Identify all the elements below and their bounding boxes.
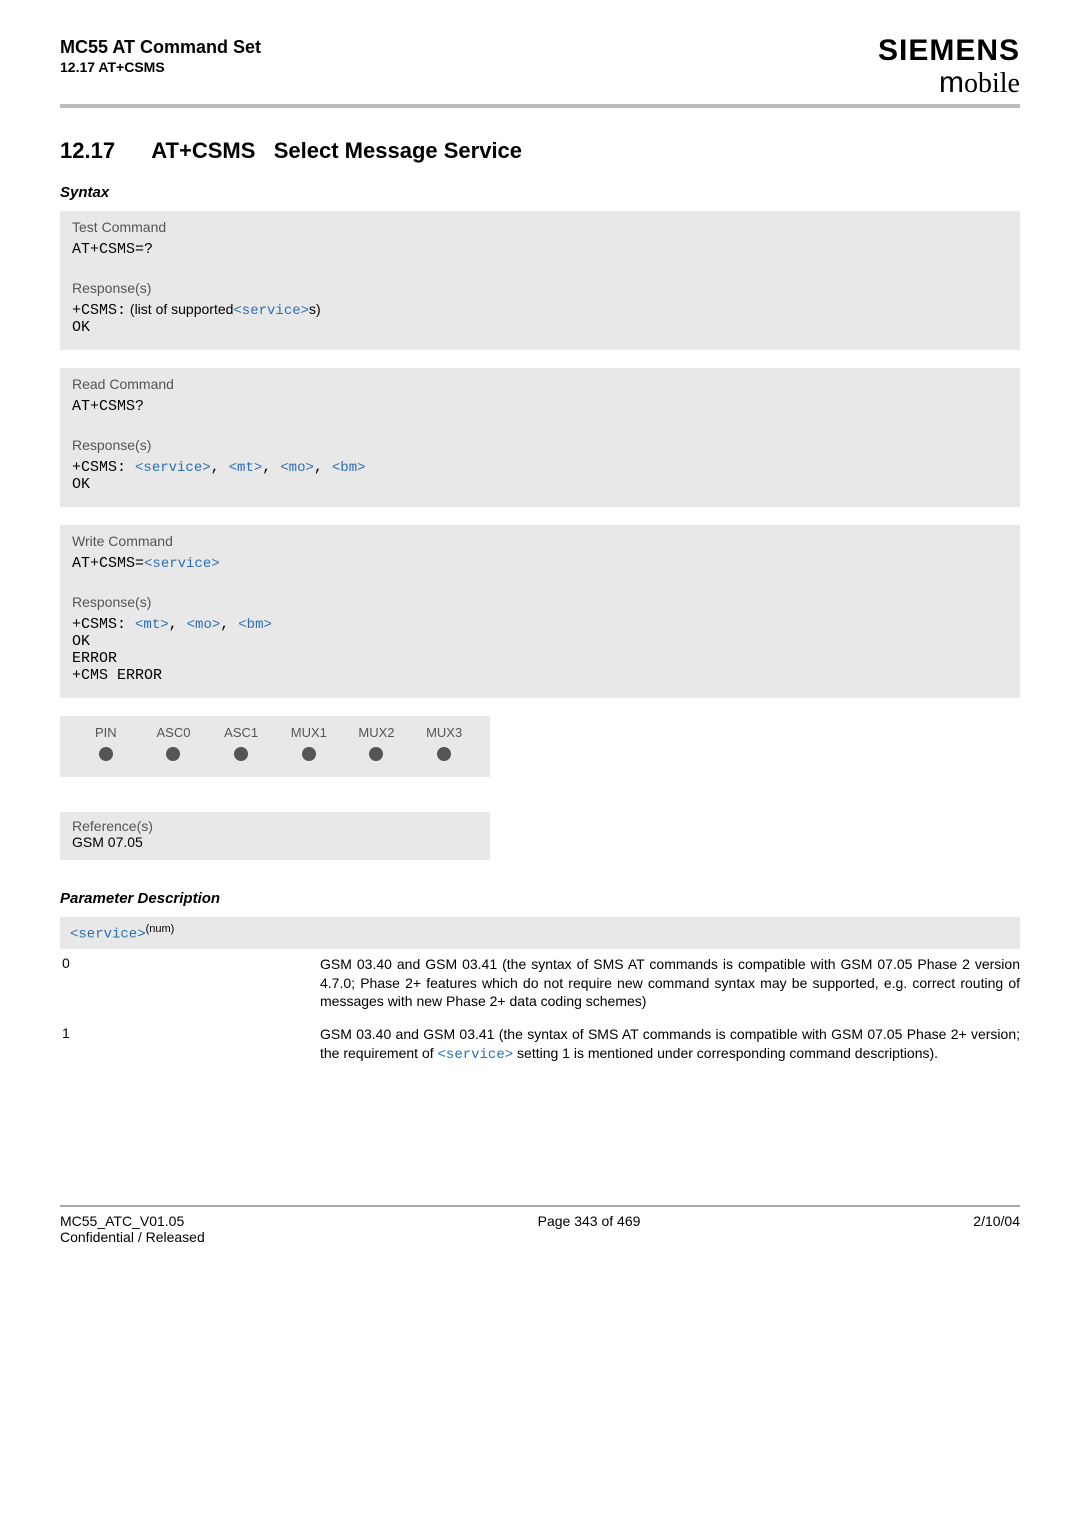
comma: ,: [262, 459, 280, 476]
brand-mobile-m: m: [939, 66, 964, 99]
reference-value: GSM 07.05: [72, 834, 478, 850]
page-footer: MC55_ATC_V01.05 Confidential / Released …: [60, 1205, 1020, 1245]
param-mt-link[interactable]: <mt>: [135, 617, 169, 633]
reference-box: Reference(s) GSM 07.05: [60, 812, 490, 860]
ok-line: OK: [72, 476, 1008, 493]
test-response-head: Response(s): [60, 272, 1020, 298]
param-value: 0: [60, 955, 320, 1012]
write-command-head: Write Command: [60, 525, 1020, 551]
brand-mobile: mobile: [878, 68, 1020, 98]
page-header: MC55 AT Command Set 12.17 AT+CSMS SIEMEN…: [60, 36, 1020, 108]
param-desc-b: setting 1 is mentioned under correspondi…: [513, 1045, 938, 1061]
write-command-block: AT+CSMS=<service>: [60, 551, 1020, 586]
read-response-block: +CSMS: <service>, <mt>, <mo>, <bm> OK: [60, 455, 1020, 507]
param-service-name[interactable]: <service>: [70, 927, 146, 943]
comma: ,: [314, 459, 332, 476]
brand-siemens: SIEMENS: [878, 36, 1020, 66]
test-command-head: Test Command: [60, 211, 1020, 237]
resp-prefix: +CSMS:: [72, 302, 126, 319]
reference-label: Reference(s): [72, 818, 478, 834]
footer-date: 2/10/04: [973, 1213, 1020, 1245]
param-service-box: <service>(num): [60, 917, 1020, 949]
error-line: ERROR: [72, 650, 1008, 667]
read-command-block: AT+CSMS?: [60, 394, 1020, 429]
write-response-line: +CSMS: <mt>, <mo>, <bm>: [72, 615, 1008, 633]
param-mo-link[interactable]: <mo>: [187, 617, 221, 633]
param-row-1: 1 GSM 03.40 and GSM 03.41 (the syntax of…: [60, 1025, 1020, 1065]
col-mux2: MUX2: [343, 724, 411, 746]
dot-icon: [437, 747, 451, 761]
param-bm-link[interactable]: <bm>: [332, 460, 366, 476]
resp-prefix: +CSMS:: [72, 459, 135, 476]
write-response-head: Response(s): [60, 586, 1020, 612]
parameter-description-heading: Parameter Description: [60, 890, 1020, 907]
channel-dot-row: [72, 746, 478, 765]
footer-confidentiality: Confidential / Released: [60, 1229, 205, 1245]
dot-icon: [99, 747, 113, 761]
col-mux3: MUX3: [410, 724, 478, 746]
param-mt-link[interactable]: <mt>: [229, 460, 263, 476]
syntax-heading: Syntax: [60, 184, 1020, 201]
param-description: GSM 03.40 and GSM 03.41 (the syntax of S…: [320, 1025, 1020, 1065]
dot-icon: [369, 747, 383, 761]
section-cmd: AT+CSMS: [151, 138, 255, 163]
test-response-line: +CSMS: (list of supported<service>s): [72, 301, 1008, 319]
resp-text-b: s): [309, 301, 321, 317]
param-description: GSM 03.40 and GSM 03.41 (the syntax of S…: [320, 955, 1020, 1012]
param-service-link[interactable]: <service>: [438, 1047, 514, 1063]
param-bm-link[interactable]: <bm>: [238, 617, 272, 633]
footer-left: MC55_ATC_V01.05 Confidential / Released: [60, 1213, 205, 1245]
section-number: 12.17: [60, 138, 146, 164]
col-mux1: MUX1: [275, 724, 343, 746]
cms-error-line: +CMS ERROR: [72, 667, 1008, 684]
resp-prefix: +CSMS:: [72, 616, 135, 633]
param-mo-link[interactable]: <mo>: [280, 460, 314, 476]
write-cmd-prefix: AT+CSMS=: [72, 555, 144, 572]
param-service-link[interactable]: <service>: [144, 556, 220, 572]
test-response-block: +CSMS: (list of supported<service>s) OK: [60, 298, 1020, 350]
col-pin: PIN: [72, 724, 140, 746]
footer-page: Page 343 of 469: [538, 1213, 641, 1245]
test-cmd: AT+CSMS=?: [72, 241, 153, 258]
header-left: MC55 AT Command Set 12.17 AT+CSMS: [60, 36, 261, 76]
dot-icon: [166, 747, 180, 761]
channel-header-row: PIN ASC0 ASC1 MUX1 MUX2 MUX3: [72, 724, 478, 746]
comma: ,: [169, 616, 187, 633]
brand-block: SIEMENS mobile: [878, 36, 1020, 98]
read-response-line: +CSMS: <service>, <mt>, <mo>, <bm>: [72, 458, 1008, 476]
channel-support-table: PIN ASC0 ASC1 MUX1 MUX2 MUX3: [60, 716, 490, 777]
test-command-block: AT+CSMS=?: [60, 237, 1020, 272]
brand-mobile-rest: obile: [964, 68, 1020, 99]
param-row-0: 0 GSM 03.40 and GSM 03.41 (the syntax of…: [60, 955, 1020, 1012]
resp-text-a: (list of supported: [130, 301, 234, 317]
param-value: 1: [60, 1025, 320, 1065]
param-service-link[interactable]: <service>: [135, 460, 211, 476]
comma: ,: [211, 459, 229, 476]
write-response-block: +CSMS: <mt>, <mo>, <bm> OK ERROR +CMS ER…: [60, 612, 1020, 698]
doc-title: MC55 AT Command Set: [60, 36, 261, 59]
section-desc: Select Message Service: [274, 138, 522, 163]
param-service-num: (num): [146, 923, 175, 935]
col-asc1: ASC1: [207, 724, 275, 746]
read-cmd: AT+CSMS?: [72, 398, 144, 415]
comma: ,: [220, 616, 238, 633]
header-section-ref: 12.17 AT+CSMS: [60, 59, 261, 77]
ok-line: OK: [72, 633, 1008, 650]
col-asc0: ASC0: [140, 724, 208, 746]
dot-icon: [234, 747, 248, 761]
section-title: 12.17 AT+CSMS Select Message Service: [60, 138, 1020, 164]
read-command-head: Read Command: [60, 368, 1020, 394]
dot-icon: [302, 747, 316, 761]
footer-doc-id: MC55_ATC_V01.05: [60, 1213, 205, 1229]
param-service-link[interactable]: <service>: [233, 303, 309, 319]
ok-line: OK: [72, 319, 1008, 336]
read-response-head: Response(s): [60, 429, 1020, 455]
